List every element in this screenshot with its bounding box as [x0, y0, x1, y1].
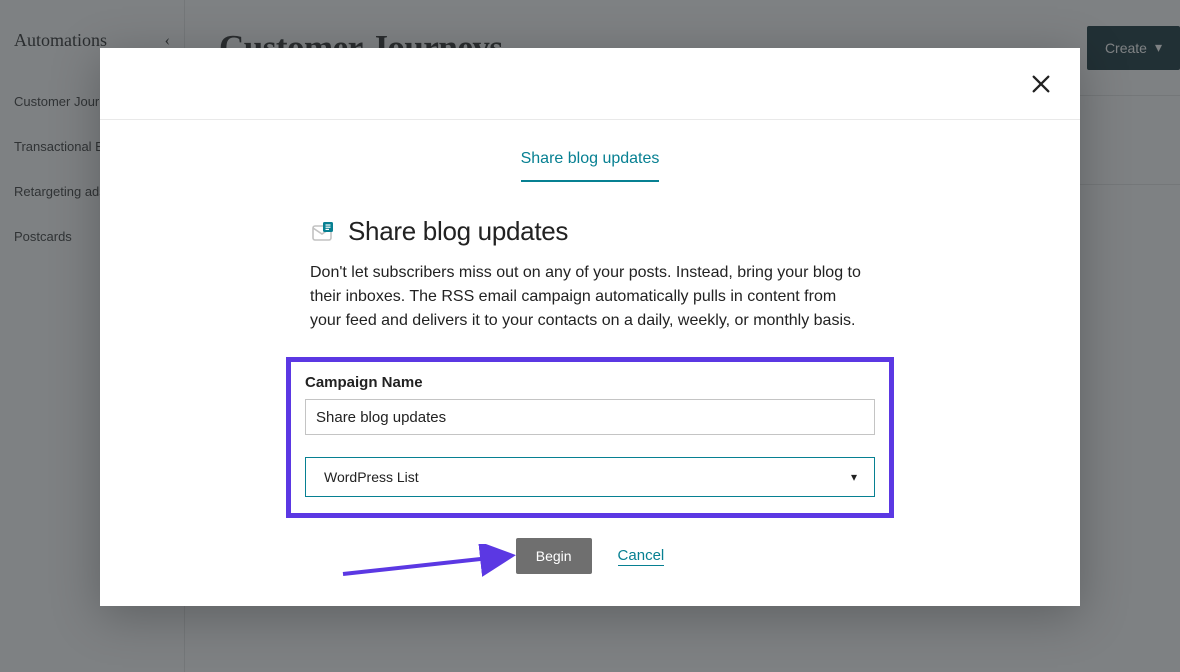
button-row: Begin Cancel: [310, 538, 870, 574]
modal-section: Share blog updates Don't let subscribers…: [310, 216, 870, 574]
list-select-wrap: WordPress List ▾: [305, 457, 875, 497]
campaign-name-label: Campaign Name: [305, 374, 875, 391]
highlight-box: Campaign Name WordPress List ▾: [286, 357, 894, 518]
cancel-link[interactable]: Cancel: [618, 547, 665, 566]
modal-tab-row: Share blog updates: [100, 120, 1080, 182]
list-select[interactable]: WordPress List: [305, 457, 875, 497]
modal-description: Don't let subscribers miss out on any of…: [310, 261, 862, 333]
tab-share-blog-updates[interactable]: Share blog updates: [521, 150, 660, 182]
begin-button[interactable]: Begin: [516, 538, 592, 574]
rss-envelope-icon: [310, 220, 334, 244]
modal-body: Share blog updates Share blog updates Do…: [100, 120, 1080, 574]
close-icon[interactable]: [1030, 73, 1052, 95]
campaign-name-input[interactable]: [305, 399, 875, 435]
share-blog-modal: Share blog updates Share blog updates Do…: [100, 48, 1080, 606]
modal-header: [100, 48, 1080, 120]
modal-heading: Share blog updates: [348, 216, 568, 247]
section-heading: Share blog updates: [310, 216, 870, 247]
